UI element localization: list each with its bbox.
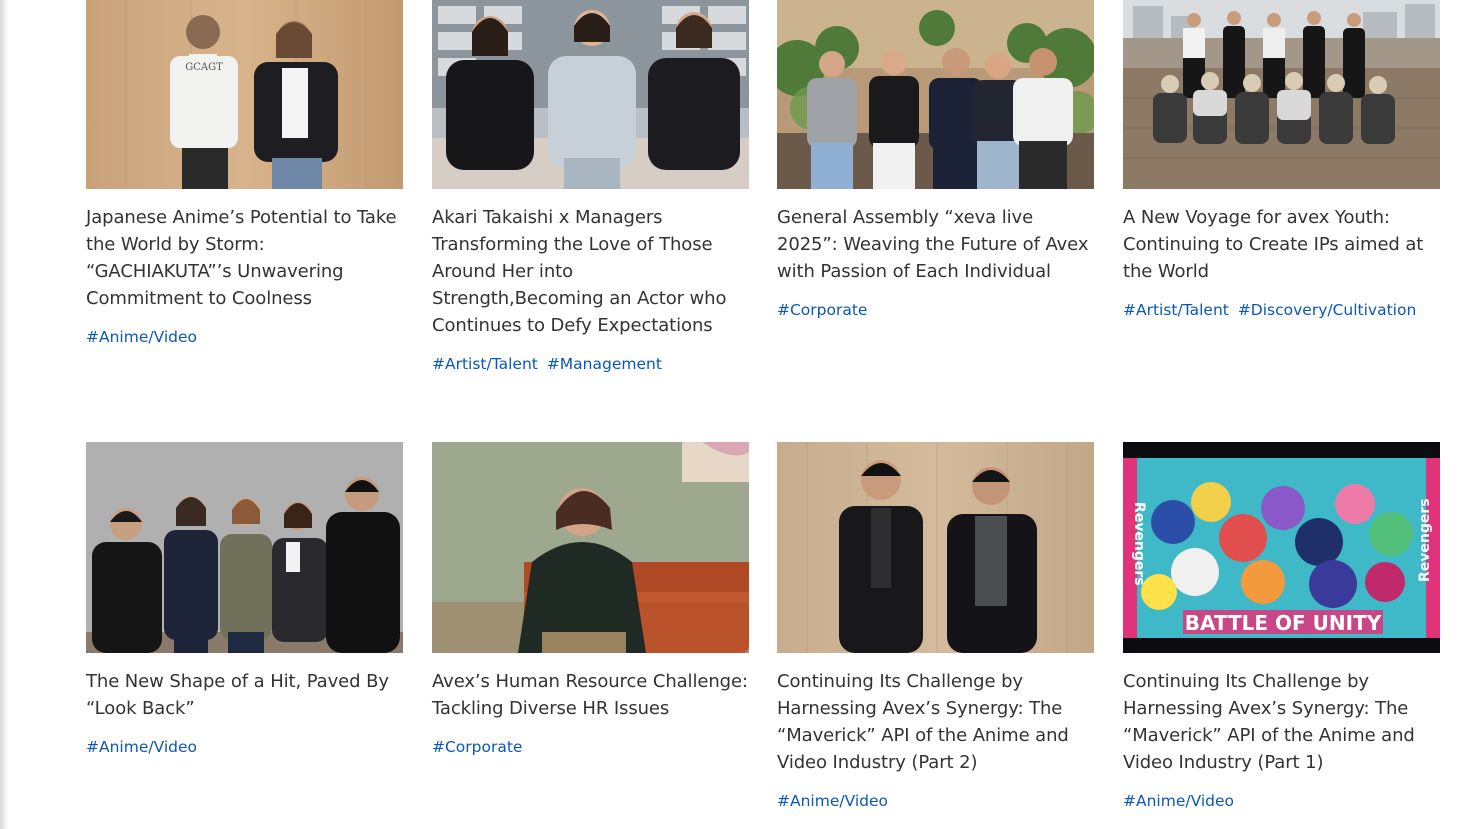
article-thumbnail[interactable]: [1123, 0, 1440, 189]
tag-link[interactable]: #Artist/Talent: [1123, 301, 1229, 319]
tag-link[interactable]: #Anime/Video: [86, 738, 197, 756]
article-tags: #Corporate: [777, 299, 1094, 321]
article-thumbnail[interactable]: [86, 442, 403, 653]
key-visual-logo: BATTLE OF UNITY: [1185, 611, 1382, 635]
article-thumbnail[interactable]: [777, 442, 1094, 653]
tag-link[interactable]: #Corporate: [777, 301, 867, 319]
tag-link[interactable]: #Corporate: [432, 738, 522, 756]
article-grid-page: GCAGT Japanese Anime’s Potential to Take…: [0, 0, 1461, 829]
article-thumbnail[interactable]: [432, 442, 749, 653]
group-rooftop-photo: [1123, 0, 1440, 189]
two-men-wood-wall-photo: [777, 442, 1094, 653]
article-title[interactable]: Japanese Anime’s Potential to Take the W…: [86, 204, 403, 312]
article-thumbnail[interactable]: BATTLE OF UNITY Revengers Revengers: [1123, 442, 1440, 653]
article-tags: #Artist/Talent #Discovery/Cultivation: [1123, 299, 1440, 321]
svg-text:GCAGT: GCAGT: [185, 62, 223, 73]
article-card[interactable]: The New Shape of a Hit, Paved By “Look B…: [86, 442, 403, 758]
article-card[interactable]: GCAGT Japanese Anime’s Potential to Take…: [86, 0, 403, 348]
tag-link[interactable]: #Artist/Talent: [432, 355, 538, 373]
article-tags: #Anime/Video: [777, 790, 1094, 812]
article-card[interactable]: General Assembly “xeva live 2025”: Weavi…: [777, 0, 1094, 321]
article-tags: #Corporate: [432, 736, 749, 758]
article-title[interactable]: Continuing Its Challenge by Harnessing A…: [1123, 668, 1440, 776]
article-title[interactable]: Akari Takaishi x Managers Transforming t…: [432, 204, 749, 339]
article-card[interactable]: Avex’s Human Resource Challenge: Tacklin…: [432, 442, 749, 758]
article-title[interactable]: General Assembly “xeva live 2025”: Weavi…: [777, 204, 1094, 285]
article-card[interactable]: Continuing Its Challenge by Harnessing A…: [777, 442, 1094, 812]
tag-link[interactable]: #Discovery/Cultivation: [1238, 301, 1417, 319]
tag-link[interactable]: #Anime/Video: [777, 792, 888, 810]
article-tags: #Anime/Video: [86, 736, 403, 758]
article-title[interactable]: Avex’s Human Resource Challenge: Tacklin…: [432, 668, 749, 722]
article-thumbnail[interactable]: GCAGT: [86, 0, 403, 189]
article-thumbnail[interactable]: [432, 0, 749, 189]
tag-link[interactable]: #Management: [547, 355, 662, 373]
tag-link[interactable]: #Anime/Video: [1123, 792, 1234, 810]
five-people-office-plants-photo: [777, 0, 1094, 189]
article-card[interactable]: BATTLE OF UNITY Revengers Revengers Cont…: [1123, 442, 1440, 812]
article-tags: #Anime/Video: [1123, 790, 1440, 812]
article-card[interactable]: A New Voyage for avex Youth: Continuing …: [1123, 0, 1440, 321]
key-visual-side-text-left: Revengers: [1131, 502, 1147, 586]
article-title[interactable]: The New Shape of a Hit, Paved By “Look B…: [86, 668, 403, 722]
scroll-edge-shadow: [0, 0, 8, 829]
woman-orange-sofa-photo: [432, 442, 749, 653]
article-tags: #Anime/Video: [86, 326, 403, 348]
article-tags: #Artist/Talent #Management: [432, 353, 749, 375]
five-people-gray-wall-photo: [86, 442, 403, 653]
tag-link[interactable]: #Anime/Video: [86, 328, 197, 346]
three-women-sofa-photo: [432, 0, 749, 189]
two-people-wood-wall-photo: GCAGT: [86, 0, 403, 189]
article-title[interactable]: Continuing Its Challenge by Harnessing A…: [777, 668, 1094, 776]
article-thumbnail[interactable]: [777, 0, 1094, 189]
article-title[interactable]: A New Voyage for avex Youth: Continuing …: [1123, 204, 1440, 285]
anime-key-visual: BATTLE OF UNITY Revengers Revengers: [1123, 442, 1440, 653]
key-visual-side-text-right: Revengers: [1417, 498, 1433, 582]
article-card[interactable]: Akari Takaishi x Managers Transforming t…: [432, 0, 749, 375]
